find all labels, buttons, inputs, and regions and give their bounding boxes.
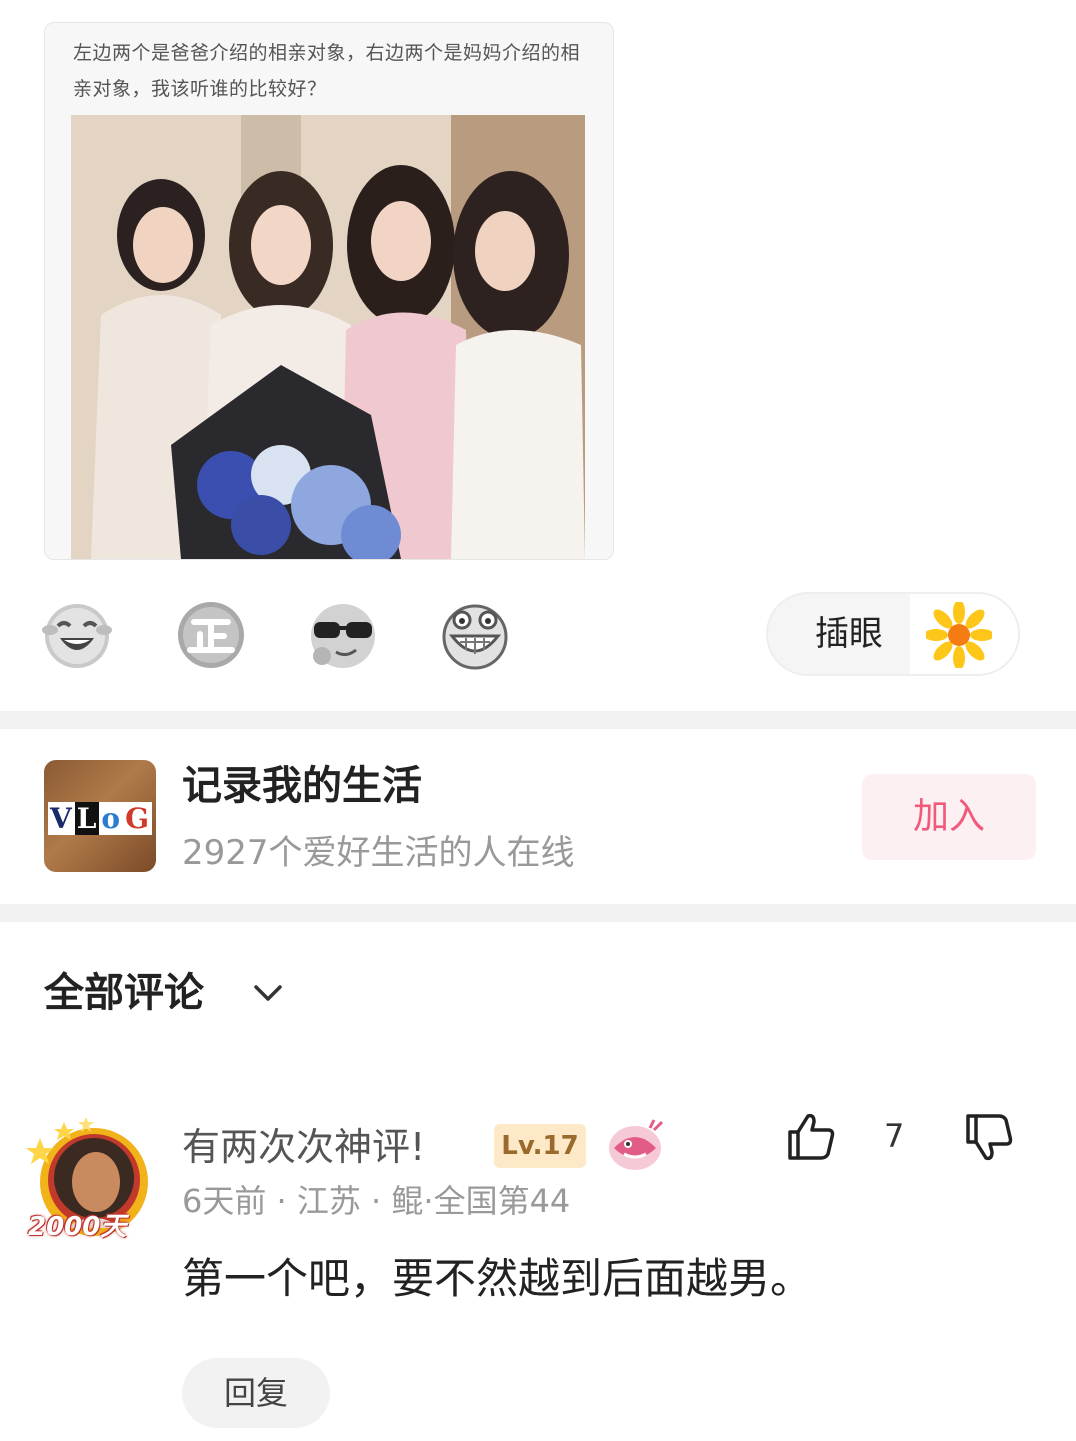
- group-title[interactable]: 记录我的生活: [182, 760, 422, 812]
- section-divider: [0, 711, 1076, 729]
- laugh-cry-emoji-icon[interactable]: [42, 600, 112, 670]
- thumbs-down-icon[interactable]: [962, 1110, 1016, 1164]
- thumbs-up-icon[interactable]: [784, 1110, 838, 1164]
- comment-meta: 6天前 · 江苏 · 鲲·全国第44: [182, 1182, 571, 1220]
- kun-fish-badge-icon: [609, 1119, 664, 1170]
- group-photo-illustration: [71, 115, 585, 559]
- post-photo[interactable]: [71, 115, 585, 559]
- streak-badge: 2000天: [28, 1212, 127, 1242]
- vlog-logo: VLoG: [47, 802, 153, 835]
- comments-title[interactable]: 全部评论: [44, 966, 204, 1020]
- group-avatar[interactable]: VLoG: [44, 760, 156, 872]
- level-badge: Lv.17: [494, 1124, 586, 1168]
- reply-button[interactable]: 回复: [182, 1358, 330, 1428]
- commenter-avatar[interactable]: 2000天: [26, 1116, 154, 1246]
- poke-label: 插眼: [815, 614, 883, 654]
- post-image-card[interactable]: 左边两个是爸爸介绍的相亲对象，右边两个是妈妈介绍的相亲对象，我该听谁的比较好？: [44, 22, 614, 560]
- commenter-username[interactable]: 有两次次神评!: [182, 1120, 425, 1174]
- group-online-count: 2927个爱好生活的人在线: [182, 833, 575, 873]
- grin-emoji-icon[interactable]: [440, 600, 510, 670]
- post-image-caption: 左边两个是爸爸介绍的相亲对象，右边两个是妈妈介绍的相亲对象，我该听谁的比较好？: [73, 42, 581, 100]
- sunflower-icon: [926, 602, 992, 668]
- section-divider: [0, 904, 1076, 922]
- chevron-down-icon[interactable]: [250, 978, 286, 1008]
- sunglasses-emoji-icon[interactable]: [308, 600, 378, 670]
- zheng-badge-icon[interactable]: [176, 600, 246, 670]
- like-count: 7: [884, 1117, 905, 1155]
- join-button[interactable]: 加入: [862, 774, 1036, 860]
- poke-button[interactable]: 插眼: [766, 592, 1020, 676]
- comment-text: 第一个吧，要不然越到后面越男。: [182, 1254, 813, 1303]
